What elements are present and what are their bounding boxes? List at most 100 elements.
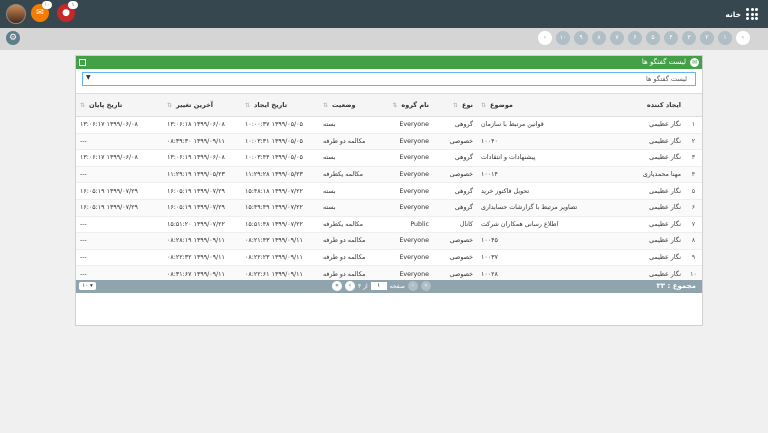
cell-subject: ۱۰۰۴۰ (477, 133, 615, 151)
sort-icon: ⇅ (323, 102, 329, 109)
table-row[interactable]: ۳ نگار عظیمی پیشنهادات و انتقادات گروهی Ever… (76, 149, 702, 167)
table-row[interactable]: ۵ نگار عظیمی تحویل فاکتور خرید گروهی Everyon… (76, 182, 702, 200)
cell-status: بسته (319, 182, 383, 200)
cell-status: بسته (319, 199, 383, 217)
table-row[interactable]: ۱ نگار عظیمی قوانین مرتبط با سازمان گروهی Ev… (76, 116, 702, 134)
next-page-button[interactable]: ‹ (345, 281, 355, 291)
table-row[interactable]: ۷ نگار عظیمی اطلاع رسانی همکاران شرکت کانال… (76, 216, 702, 234)
conversations-table: ایجاد کننده موضوع⇅ نوع⇅ نام گروه⇅ وضعیت⇅… (76, 93, 702, 283)
header-modified[interactable]: آخرین تغییر⇅ (163, 93, 241, 117)
header-row-number (685, 93, 702, 117)
cell-creator: نگار عظیمی (615, 216, 685, 234)
first-page-button[interactable]: » (420, 281, 431, 291)
cell-subject: اطلاع رسانی همکاران شرکت (477, 216, 615, 234)
row-number: ۱ (685, 116, 702, 134)
cell-group: Everyone (383, 232, 433, 250)
breadcrumb-item[interactable]: ۴ (664, 31, 678, 45)
toolbar: ⚙ ‹ ۱ ۲ ۳ ۴ ۵ ۶ ۷ ۸ ۹ ۱۰ › (0, 28, 768, 50)
cell-created: ۱۳۹۹/۰۵/۲۳ ۱۱:۲۹:۲۸ (241, 166, 319, 184)
prev-page-button[interactable]: › (407, 281, 418, 291)
breadcrumb-item[interactable]: ۷ (610, 31, 624, 45)
header-subject[interactable]: موضوع⇅ (477, 93, 615, 117)
cell-created: ۱۳۹۹/۰۷/۲۲ ۱۵:۴۸:۱۸ (241, 182, 319, 200)
cell-end: ۱۳۹۹/۰۷/۲۹ ۱۶:۰۵:۱۹ (76, 182, 163, 200)
header-status-label: وضعیت (332, 101, 356, 109)
header-status[interactable]: وضعیت⇅ (319, 93, 383, 117)
sort-icon: ⇅ (392, 102, 398, 109)
row-number: ۸ (685, 232, 702, 250)
table-body: ۱ نگار عظیمی قوانین مرتبط با سازمان گروهی Ev… (76, 116, 702, 283)
cell-status: مکالمه دو طرفه (319, 249, 383, 267)
breadcrumb-item[interactable]: ۲ (700, 31, 714, 45)
cell-status: مکالمه دو طرفه (319, 232, 383, 250)
cell-creator: نگار عظیمی (615, 116, 685, 134)
breadcrumb-item[interactable]: ۳ (682, 31, 696, 45)
row-number: ۷ (685, 216, 702, 234)
cell-end: ۱۳۹۹/۰۷/۲۹ ۱۶:۰۵:۱۹ (76, 199, 163, 217)
cell-type: خصوصی (433, 166, 477, 184)
table-row[interactable]: ۸ نگار عظیمی ۱۰۰۴۵ خصوصی Everyone مکالمه دو ط… (76, 232, 702, 250)
cell-created: ۱۳۹۹/۰۷/۲۲ ۱۵:۵۱:۴۸ (241, 216, 319, 234)
cell-status: بسته (319, 149, 383, 167)
cell-created: ۱۳۹۹/۰۹/۱۱ ۰۸:۲۲:۲۳ (241, 249, 319, 267)
breadcrumb-item[interactable]: ۹ (574, 31, 588, 45)
cell-created: ۱۳۹۹/۰۵/۰۵ ۱۰:۰۰:۳۷ (241, 116, 319, 134)
cell-created: ۱۳۹۹/۰۵/۰۵ ۱۰:۰۳:۴۴ (241, 149, 319, 167)
home-label: خانه (725, 9, 741, 19)
breadcrumb-item[interactable]: ۱۰ (556, 31, 570, 45)
header-end[interactable]: تاریخ پایان⇅ (76, 93, 163, 117)
sort-icon: ⇅ (167, 102, 173, 109)
breadcrumb-item[interactable]: ۱ (718, 31, 732, 45)
cell-type: خصوصی (433, 133, 477, 151)
header-created[interactable]: تاریخ ایجاد⇅ (241, 93, 319, 117)
header-modified-label: آخرین تغییر (176, 101, 213, 109)
breadcrumb-item[interactable]: ۸ (592, 31, 606, 45)
user-avatar[interactable] (6, 4, 26, 24)
cell-group: Everyone (383, 116, 433, 134)
cell-modified: ۱۳۹۹/۰۷/۲۲ ۱۵:۵۱:۲۰ (163, 216, 241, 234)
breadcrumb-next-button[interactable]: › (538, 31, 552, 45)
cell-modified: ۱۳۹۹/۰۶/۰۸ ۱۳:۰۶:۱۹ (163, 149, 241, 167)
cell-end: --- (76, 249, 163, 267)
header-type[interactable]: نوع⇅ (433, 93, 477, 117)
table-row[interactable]: ۹ نگار عظیمی ۱۰۰۳۷ خصوصی Everyone مکالمه دو ط… (76, 249, 702, 267)
page-size-select[interactable]: ۱۰ ▾ (79, 282, 96, 290)
breadcrumb-prev-button[interactable]: ‹ (736, 31, 750, 45)
panel-header: لیست گفتگو ها ✉ (76, 56, 702, 69)
page-label: صفحه (389, 282, 405, 290)
cell-subject: ۱۰۰۱۴ (477, 166, 615, 184)
cell-type: گروهی (433, 149, 477, 167)
home-button[interactable]: خانه (725, 6, 758, 22)
notifications-badge: ۱۰ (42, 1, 52, 9)
header-end-label: تاریخ پایان (89, 101, 123, 109)
header-creator[interactable]: ایجاد کننده (615, 93, 685, 117)
alerts-button[interactable]: ● ۱ (57, 1, 78, 22)
table-footer: ۱۰ ▾ « ‹ از ۴ ۱ صفحه › » مجموع : ۳۳ (76, 280, 702, 293)
gear-icon[interactable]: ⚙ (6, 31, 20, 45)
list-select[interactable]: ▼ لیست گفتگو ها (82, 72, 696, 86)
cell-type: گروهی (433, 199, 477, 217)
cell-created: ۱۳۹۹/۰۹/۱۱ ۰۸:۲۱:۴۳ (241, 232, 319, 250)
chevron-down-icon: ▼ (86, 74, 91, 81)
page-input[interactable]: ۱ (370, 282, 387, 290)
cell-creator: نگار عظیمی (615, 149, 685, 167)
breadcrumb-item[interactable]: ۶ (628, 31, 642, 45)
cell-created: ۱۳۹۹/۰۵/۰۵ ۱۰:۰۳:۳۱ (241, 133, 319, 151)
header-group[interactable]: نام گروه⇅ (383, 93, 433, 117)
cell-modified: ۱۳۹۹/۰۵/۲۳ ۱۱:۲۹:۱۹ (163, 166, 241, 184)
cell-modified: ۱۳۹۹/۰۶/۰۸ ۱۳:۰۶:۱۸ (163, 116, 241, 134)
table-row[interactable]: ۲ نگار عظیمی ۱۰۰۴۰ خصوصی Everyone مکالمه دو ط… (76, 133, 702, 151)
cell-creator: مهنا محمدیاری (615, 166, 685, 184)
cell-subject: پیشنهادات و انتقادات (477, 149, 615, 167)
cell-group: Everyone (383, 249, 433, 267)
table-row[interactable]: ۴ مهنا محمدیاری ۱۰۰۱۴ خصوصی Everyone مکالمه ی… (76, 166, 702, 184)
breadcrumb-item[interactable]: ۵ (646, 31, 660, 45)
last-page-button[interactable]: « (332, 281, 342, 291)
conversation-list-panel: لیست گفتگو ها ✉ ▼ لیست گفتگو ها ایجاد کن… (75, 55, 703, 326)
notifications-button[interactable]: ✉ ۱۰ (31, 1, 52, 22)
sort-icon: ⇅ (245, 102, 251, 109)
page-size-value: ۱۰ (82, 283, 89, 289)
table-row[interactable]: ۶ نگار عظیمی تصاویر مرتبط با گزارشات حسابد… (76, 199, 702, 217)
maximize-icon[interactable] (79, 59, 86, 66)
sort-icon: ⇅ (481, 102, 487, 109)
